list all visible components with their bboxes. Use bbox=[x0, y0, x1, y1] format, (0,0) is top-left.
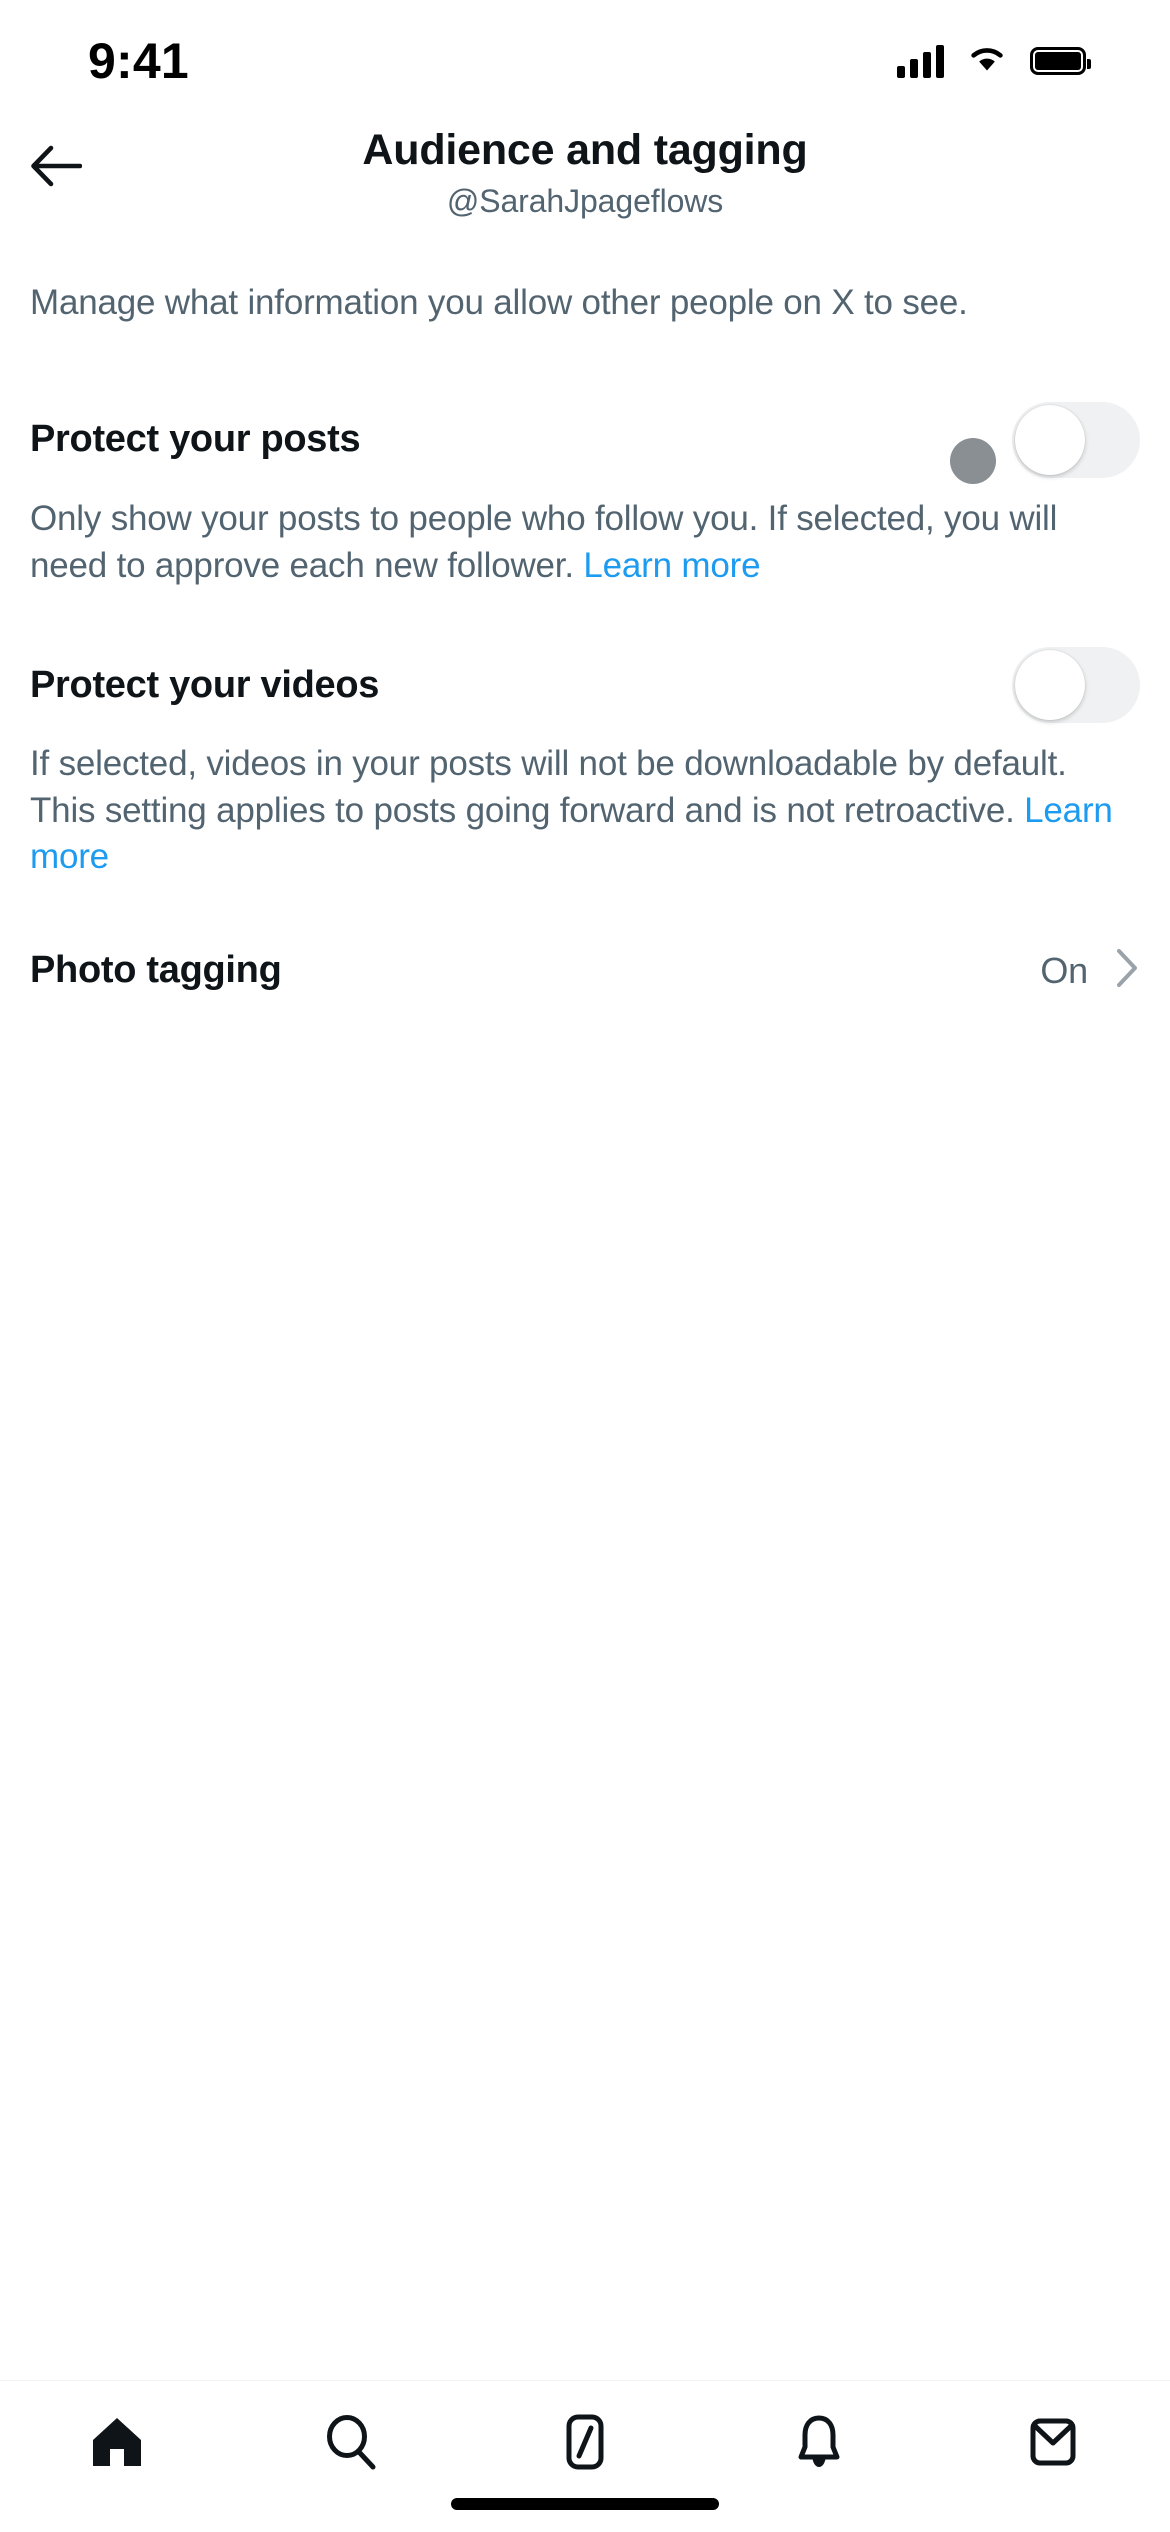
setting-description: If selected, videos in your posts will n… bbox=[30, 741, 1140, 881]
photo-tagging-row[interactable]: Photo tagging On bbox=[30, 939, 1140, 1003]
toggle-area bbox=[1012, 647, 1140, 724]
tab-messages[interactable] bbox=[936, 2407, 1170, 2481]
status-time: 9:41 bbox=[88, 33, 189, 89]
battery-icon bbox=[1030, 47, 1091, 75]
protect-posts-toggle[interactable] bbox=[1012, 402, 1140, 479]
page-title: Audience and tagging bbox=[362, 126, 808, 174]
toggle-knob bbox=[1015, 650, 1085, 721]
home-icon bbox=[88, 2413, 146, 2476]
photo-tagging-value: On bbox=[1040, 949, 1088, 991]
setting-description-text: If selected, videos in your posts will n… bbox=[30, 744, 1067, 830]
envelope-icon bbox=[1024, 2413, 1082, 2476]
setting-title: Protect your videos bbox=[30, 663, 380, 706]
tab-search[interactable] bbox=[234, 2407, 468, 2481]
setting-row: Protect your posts bbox=[30, 402, 1140, 485]
setting-photo-tagging[interactable]: Photo tagging On bbox=[0, 939, 1170, 1003]
tab-notifications[interactable] bbox=[702, 2407, 936, 2481]
wifi-icon bbox=[966, 43, 1008, 80]
protect-videos-toggle[interactable] bbox=[1012, 647, 1140, 724]
setting-protect-your-posts: Protect your posts Only show your posts … bbox=[0, 402, 1170, 589]
navigation-header: Audience and tagging @SarahJpageflows bbox=[0, 118, 1170, 238]
back-arrow-icon bbox=[30, 144, 83, 193]
home-indicator bbox=[451, 2498, 719, 2510]
setting-title: Protect your posts bbox=[30, 418, 361, 461]
chevron-right-icon bbox=[1114, 947, 1140, 994]
cellular-bars-icon bbox=[897, 44, 944, 78]
setting-description-text: Only show your posts to people who follo… bbox=[30, 499, 1058, 585]
app-screen: 9:41 Audience and tagging @SarahJpageflo… bbox=[0, 0, 1170, 2532]
setting-row: Protect your videos bbox=[30, 647, 1140, 724]
photo-tagging-label: Photo tagging bbox=[30, 949, 282, 992]
intro-description: Manage what information you allow other … bbox=[30, 283, 968, 322]
toggle-knob bbox=[1015, 405, 1085, 476]
toggle-area bbox=[950, 402, 1140, 485]
setting-protect-your-videos: Protect your videos If selected, videos … bbox=[0, 647, 1170, 881]
settings-content: Manage what information you allow other … bbox=[0, 238, 1170, 2532]
tab-grok[interactable] bbox=[468, 2407, 702, 2481]
header-titles: Audience and tagging @SarahJpageflows bbox=[0, 126, 1170, 222]
back-button[interactable] bbox=[14, 126, 98, 210]
photo-tagging-value-group: On bbox=[1040, 947, 1140, 994]
bell-icon bbox=[790, 2413, 848, 2476]
setting-description: Only show your posts to people who follo… bbox=[30, 496, 1140, 589]
learn-more-link[interactable]: Learn more bbox=[583, 546, 760, 585]
account-handle: @SarahJpageflows bbox=[446, 182, 724, 219]
tab-home[interactable] bbox=[0, 2407, 234, 2481]
search-icon bbox=[322, 2413, 380, 2476]
status-bar: 9:41 bbox=[0, 0, 1170, 118]
touch-cursor-indicator bbox=[950, 438, 996, 485]
grok-slash-icon bbox=[556, 2413, 614, 2476]
status-indicators bbox=[897, 43, 1091, 80]
